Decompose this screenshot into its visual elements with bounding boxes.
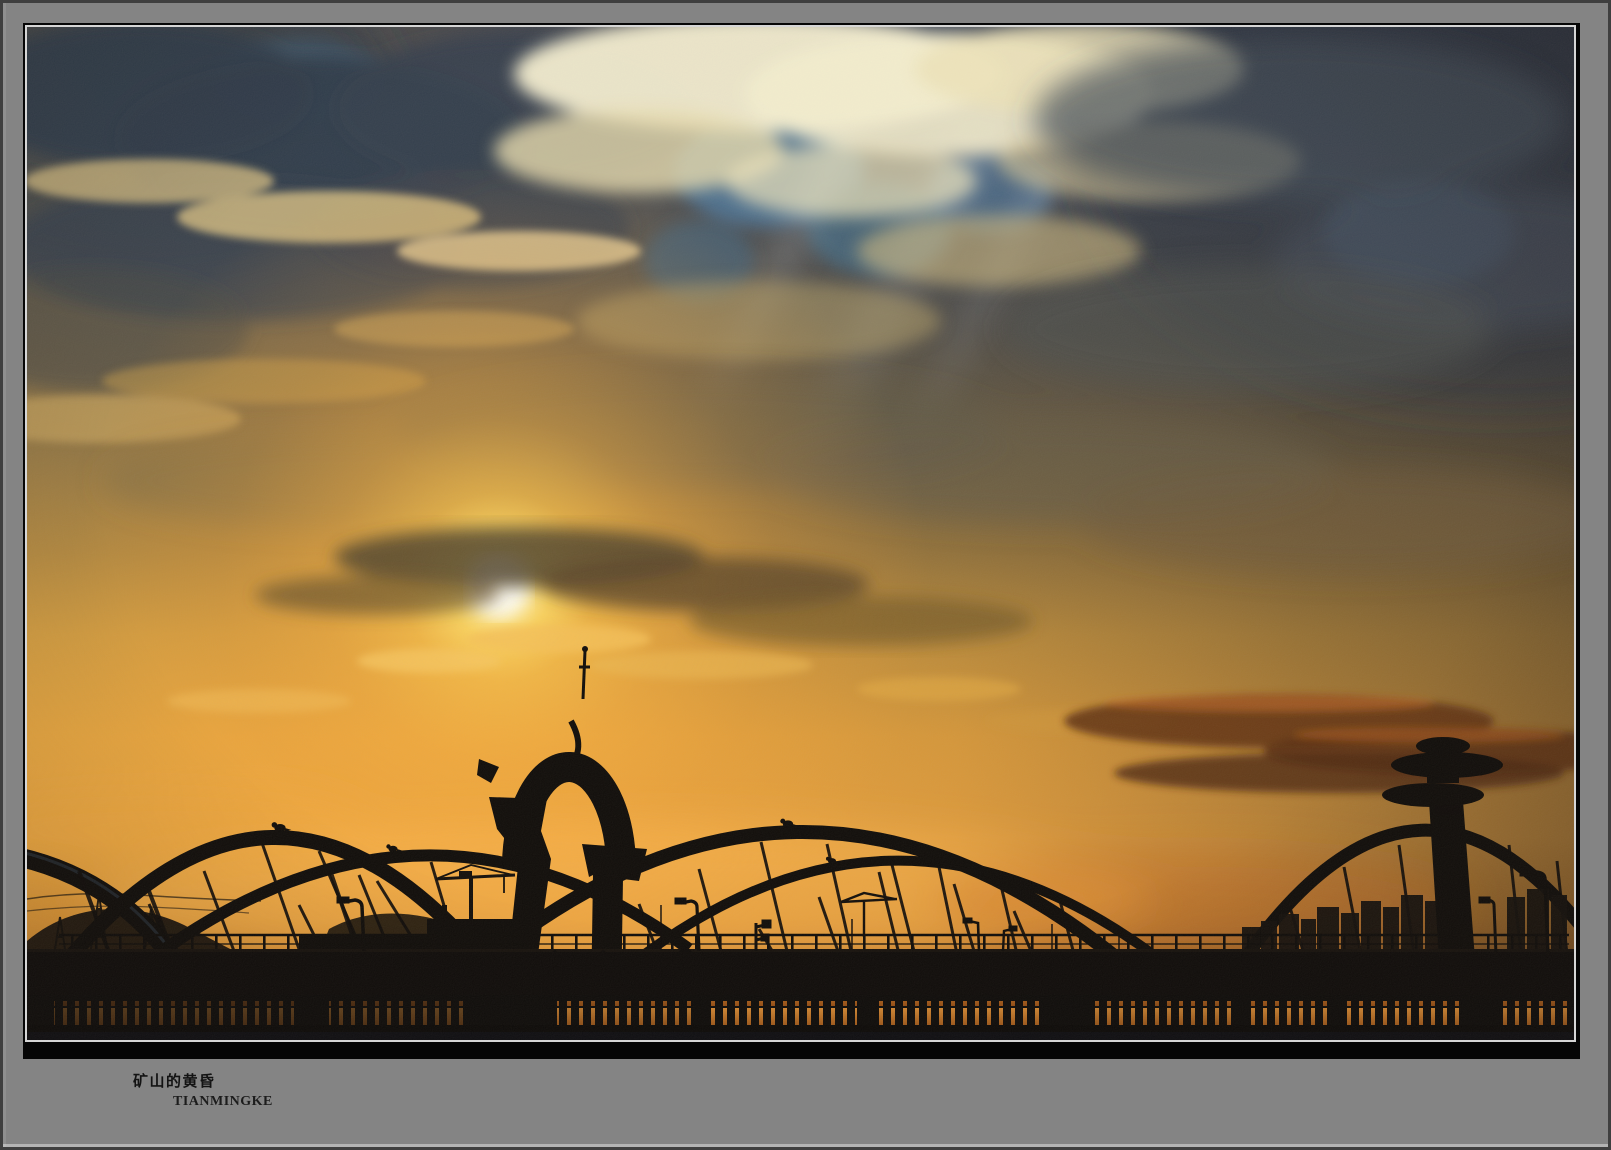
caption-title: 矿山的黄昏 — [133, 1070, 216, 1091]
photograph — [25, 25, 1576, 1042]
film-grain — [27, 27, 1574, 1040]
caption-author: TIANMINGKE — [173, 1094, 273, 1110]
sunset-scene — [27, 27, 1574, 1040]
photo-backing-panel — [23, 23, 1580, 1059]
caption: 矿山的黄昏 TIANMINGKE — [3, 1062, 1608, 1144]
photo-frame: 矿山的黄昏 TIANMINGKE — [0, 0, 1611, 1150]
